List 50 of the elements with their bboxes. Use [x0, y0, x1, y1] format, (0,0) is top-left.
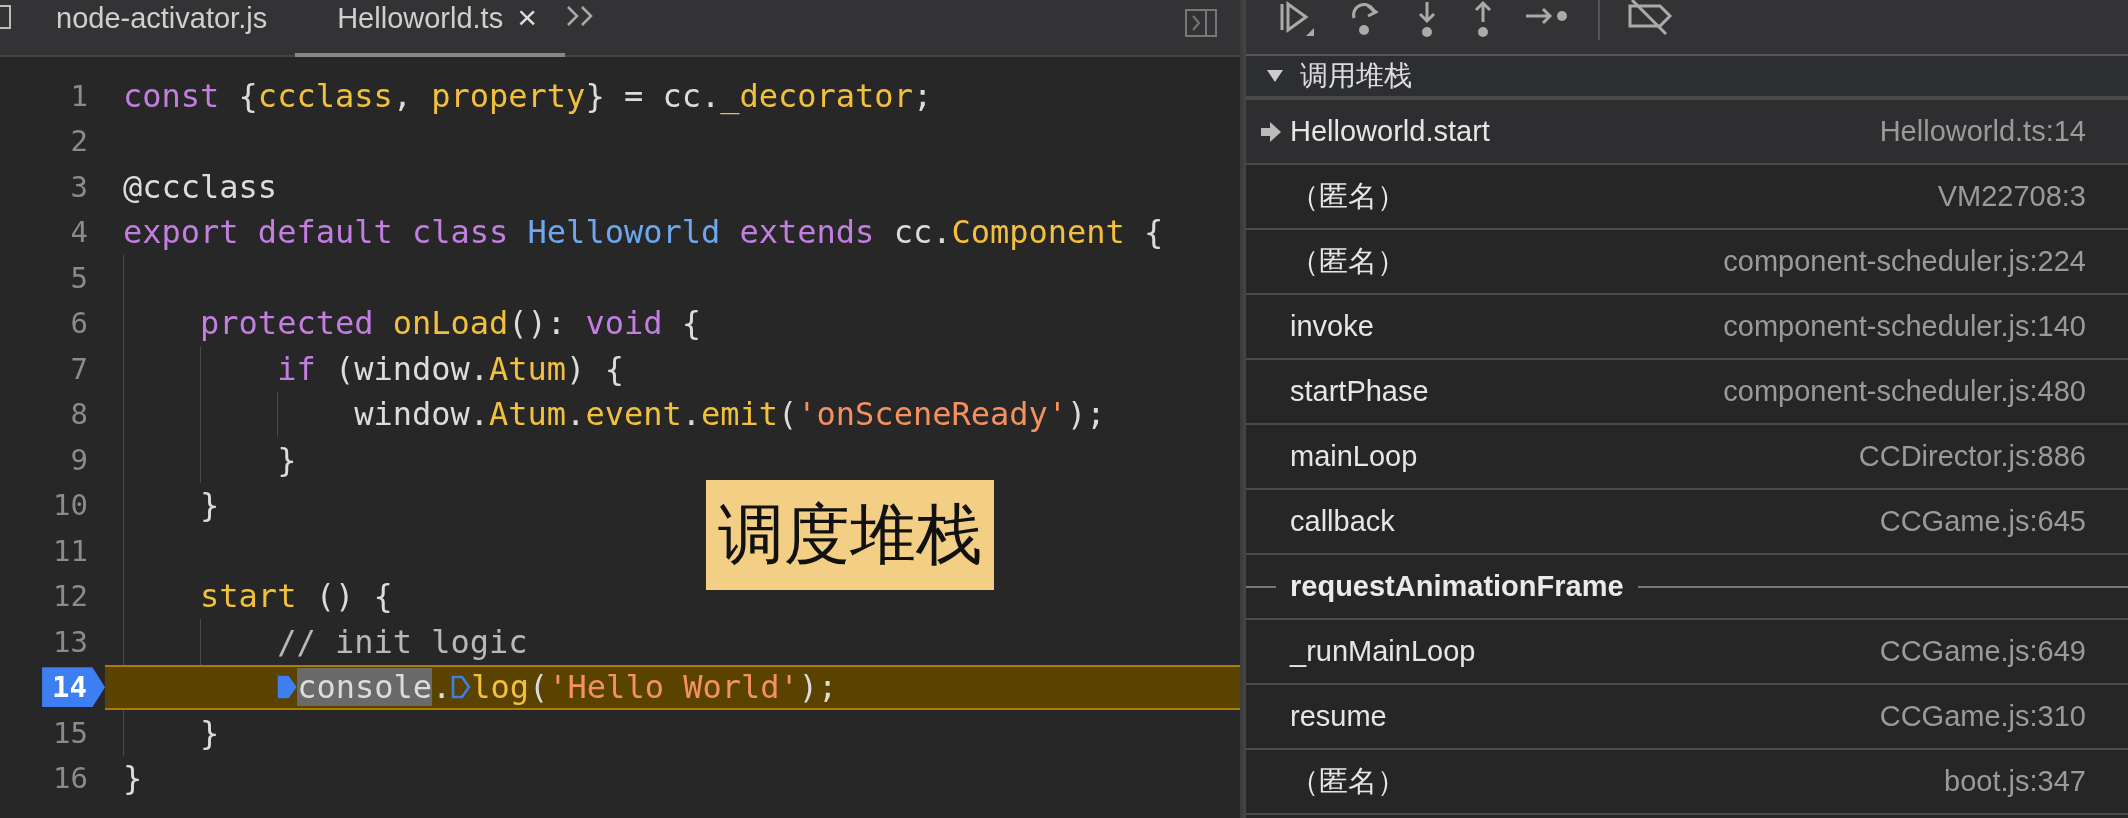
code-text: protected onLoad(): void { — [200, 304, 701, 343]
call-frame[interactable]: invoke component-scheduler.js:140 — [1246, 295, 2128, 360]
call-frame[interactable]: mainLoop CCDirector.js:886 — [1246, 425, 2128, 490]
line-number: 9 — [70, 442, 88, 477]
code-text: } — [200, 486, 220, 525]
current-line-number[interactable]: 14 — [42, 667, 105, 708]
close-icon[interactable]: × — [517, 2, 538, 32]
call-frame[interactable]: （匿名） component-scheduler.js:224 — [1246, 230, 2128, 295]
expand-icon[interactable] — [1266, 69, 1284, 83]
line-number: 4 — [70, 215, 88, 250]
code-text: const {ccclass, property} = cc._decorator; — [123, 76, 933, 115]
async-boundary-label: requestAnimationFrame — [1290, 570, 1624, 603]
line-number: 5 — [70, 260, 88, 295]
code-text: log('Hello World'); — [471, 668, 838, 707]
call-frame[interactable]: callback CCGame.js:645 — [1246, 490, 2128, 555]
line-number: 10 — [53, 488, 88, 523]
code-text: @ccclass — [123, 167, 278, 206]
breakpoint-marker-icon[interactable] — [451, 674, 472, 701]
call-frame[interactable]: Helloworld.start Helloworld.ts:14 — [1246, 100, 2128, 165]
line-number: 11 — [53, 533, 88, 568]
current-frame-icon — [1260, 120, 1282, 143]
call-frame[interactable]: _runMainLoop CCGame.js:649 — [1246, 620, 2128, 685]
caption-label: 调度堆栈 — [706, 480, 994, 590]
call-frame[interactable]: startPhase component-scheduler.js:480 — [1246, 360, 2128, 425]
file-icon — [0, 4, 14, 30]
line-number: 16 — [53, 761, 88, 796]
line-number: 15 — [53, 715, 88, 750]
line-number: 2 — [70, 124, 88, 159]
line-number: 12 — [53, 579, 88, 614]
file-tab[interactable]: node-activator.js — [14, 0, 296, 53]
code-text: } — [277, 440, 297, 479]
code-text: window.Atum.event.emit('onSceneReady'); — [354, 395, 1106, 434]
code-text: export default class Helloworld extends cc.Component { — [123, 213, 1164, 252]
line-number: 6 — [70, 306, 88, 341]
code-text: } — [123, 759, 143, 798]
line-number: 1 — [70, 78, 88, 113]
line-number: 8 — [70, 397, 88, 432]
toggle-panel-icon[interactable] — [1184, 8, 1218, 38]
code-text: if (window.Atum) { — [277, 349, 624, 388]
line-number: 13 — [53, 624, 88, 659]
file-tab[interactable]: Helloworld.ts × — [295, 0, 566, 57]
code-text: } — [200, 713, 220, 752]
call-frame[interactable]: （匿名） VM22708:3 — [1246, 165, 2128, 230]
code-text: // init logic — [277, 622, 528, 661]
line-number: 7 — [70, 351, 88, 386]
code-text: start () { — [200, 577, 393, 616]
call-frame[interactable]: （匿名） boot.js:347 — [1246, 750, 2128, 815]
call-frame[interactable]: resume CCGame.js:310 — [1246, 685, 2128, 750]
section-header[interactable]: 调用堆栈 — [1246, 56, 2128, 100]
line-number: 3 — [70, 169, 88, 204]
